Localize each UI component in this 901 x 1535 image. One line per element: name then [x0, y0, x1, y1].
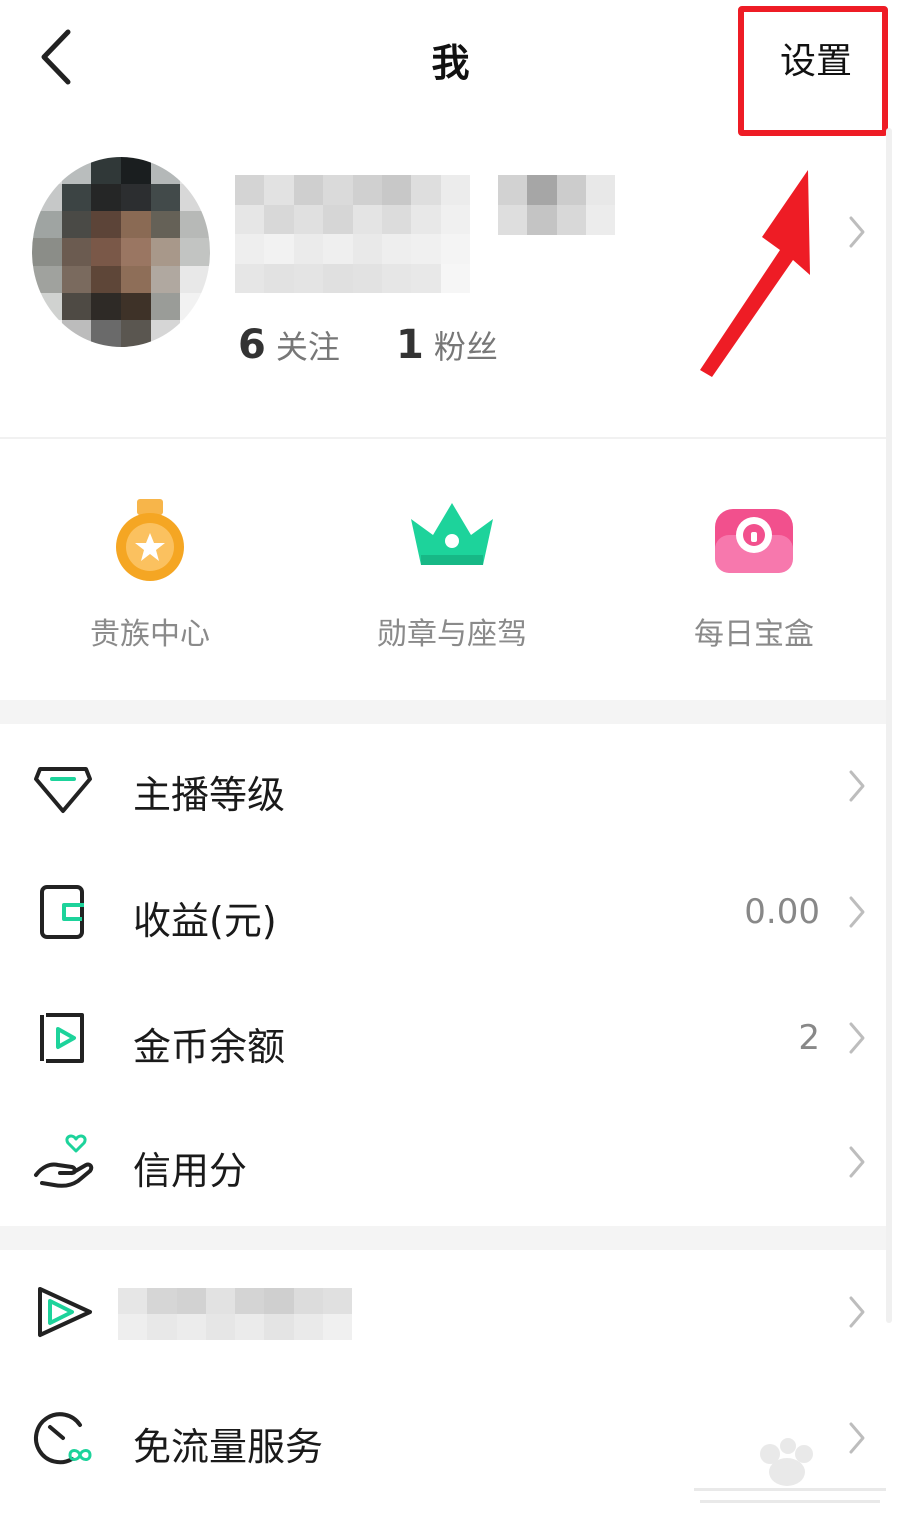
- watermark-logo: [694, 1438, 886, 1503]
- chevron-right-icon: [849, 1022, 865, 1054]
- annotation-highlight-box: [738, 6, 888, 136]
- followers-count: 1: [396, 322, 424, 368]
- chevron-right-icon: [849, 1146, 865, 1178]
- level-badge-blurred: [498, 175, 615, 235]
- quick-action-label: 贵族中心: [90, 617, 210, 652]
- hand-heart-icon: [34, 1134, 94, 1188]
- quick-action-noble-center[interactable]: 贵族中心: [0, 495, 300, 653]
- wallet-icon: [40, 885, 84, 939]
- section-divider: [0, 700, 886, 724]
- chevron-right-icon: [849, 1296, 865, 1328]
- coin-video-icon: [40, 1013, 84, 1063]
- chevron-right-icon: [849, 770, 865, 802]
- followers-label: 粉丝: [433, 328, 498, 366]
- quick-action-label: 勋章与座驾: [377, 617, 527, 652]
- menu-item-label: 免流量服务: [133, 1425, 324, 1469]
- quick-action-daily-box[interactable]: 每日宝盒: [604, 495, 901, 653]
- menu-item-value: 2: [798, 1018, 820, 1058]
- menu-item-streamer-level[interactable]: 主播等级: [0, 724, 886, 848]
- menu-item-coin-balance[interactable]: 金币余额 2: [0, 976, 886, 1100]
- service-name-blurred: [118, 1288, 352, 1340]
- profile-card[interactable]: 6 关注 1 粉丝: [0, 130, 886, 435]
- play-app-icon: [38, 1287, 92, 1337]
- following-label: 关注: [275, 328, 340, 366]
- medal-icon: [116, 499, 184, 581]
- menu-item-credit-score[interactable]: 信用分: [0, 1100, 886, 1224]
- data-free-icon: [34, 1412, 92, 1465]
- menu-item-earnings[interactable]: 收益(元) 0.00: [0, 850, 886, 974]
- menu-item-label: 金币余额: [133, 1025, 286, 1069]
- following-count: 6: [238, 322, 266, 368]
- menu-item-label: 收益(元): [133, 899, 277, 943]
- quick-action-medals-mounts[interactable]: 勋章与座驾: [302, 495, 602, 653]
- chevron-right-icon: [849, 896, 865, 928]
- menu-item-value: 0.00: [744, 892, 820, 932]
- menu-item-label: 信用分: [133, 1149, 248, 1193]
- avatar: [32, 157, 210, 347]
- chevron-right-icon: [849, 216, 865, 248]
- menu-item-label: 主播等级: [133, 773, 286, 817]
- scrollbar[interactable]: [886, 128, 892, 1323]
- divider: [0, 437, 886, 439]
- menu-item-app-service[interactable]: [0, 1250, 886, 1374]
- username-blurred: [235, 175, 470, 293]
- quick-action-label: 每日宝盒: [694, 617, 814, 652]
- following-stat[interactable]: 6 关注: [238, 322, 340, 368]
- crown-icon: [411, 503, 493, 565]
- diamond-icon: [34, 767, 92, 813]
- followers-stat[interactable]: 1 粉丝: [396, 322, 498, 368]
- section-divider: [0, 1226, 886, 1250]
- treasure-box-icon: [715, 509, 793, 573]
